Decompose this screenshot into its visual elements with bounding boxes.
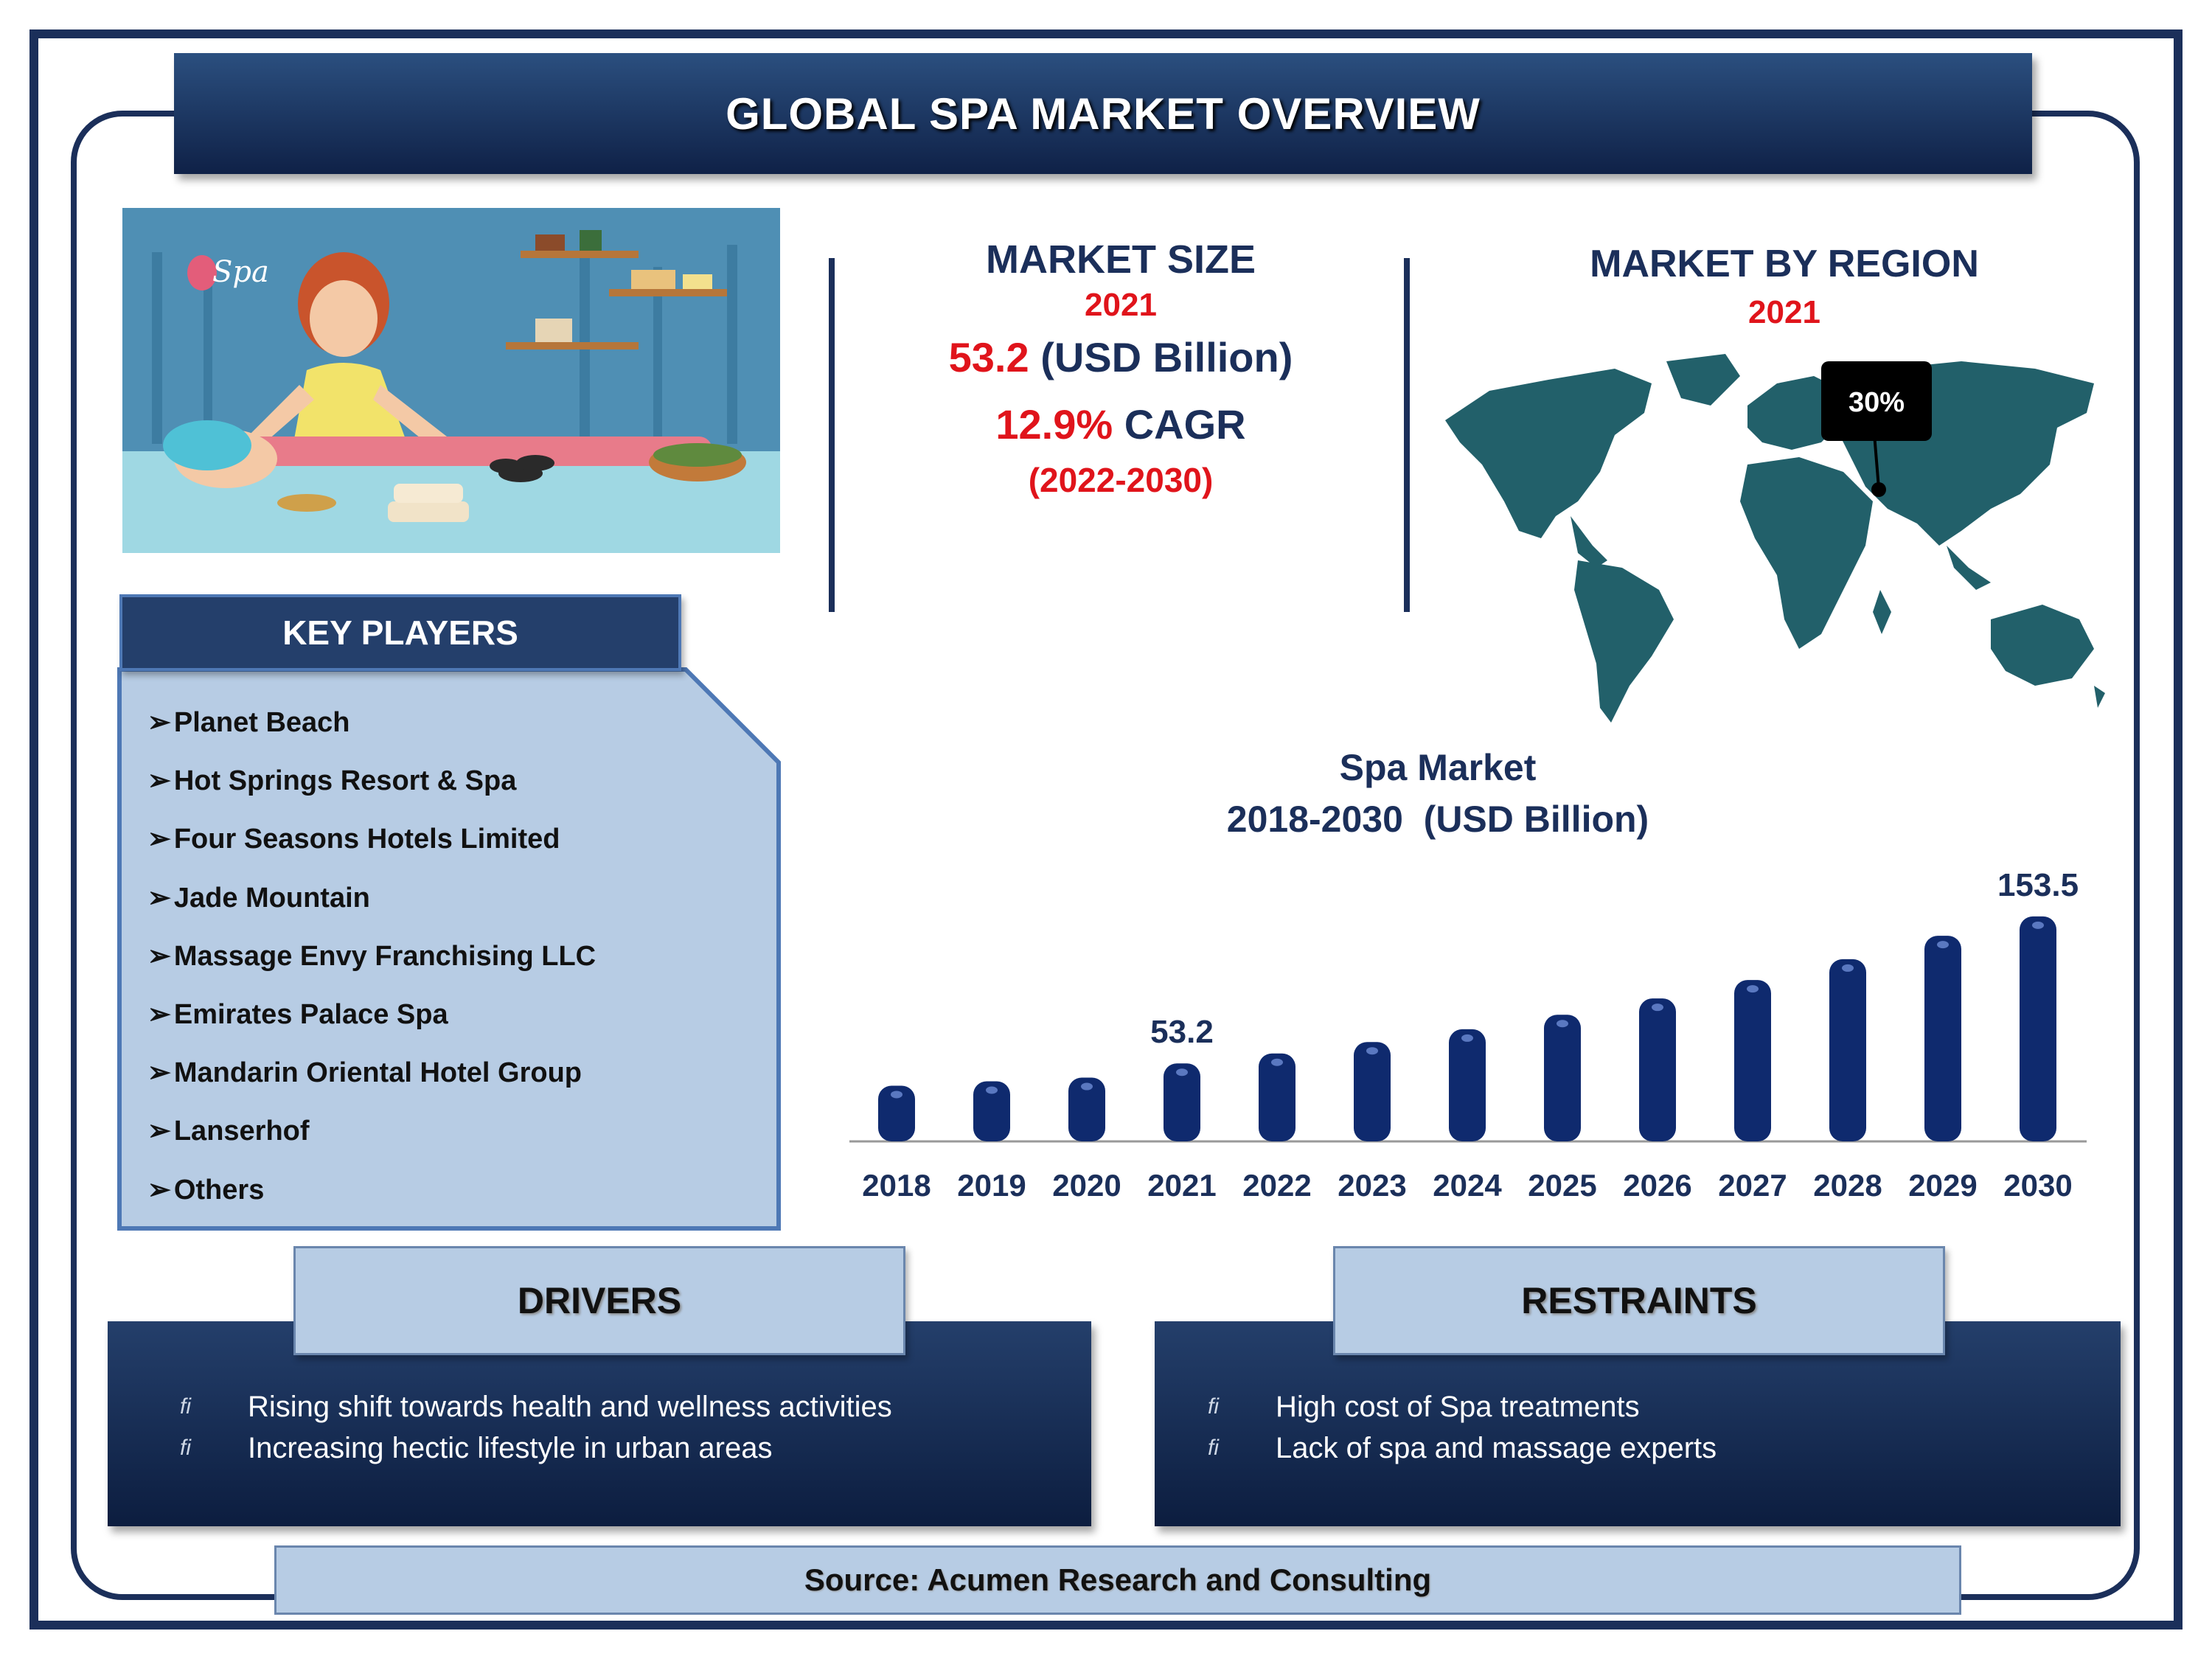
restraint-item: ﬁ Lack of spa and massage experts [1208,1427,1717,1469]
driver-item: ﬁ Rising shift towards health and wellnes… [180,1386,892,1427]
arrow-icon: ➢ [147,707,171,738]
bullet-icon: ﬁ [180,1436,191,1460]
bar-highlight [1652,1004,1663,1012]
key-player-item: ➢ Jade Mountain [147,882,370,914]
x-tick-label: 2021 [1147,1168,1216,1203]
source-text: Source: Acumen Research and Consulting [804,1562,1432,1597]
bar-2023 [1354,1042,1391,1141]
key-players-heading: KEY PLAYERS [282,613,518,652]
x-tick-label: 2026 [1623,1168,1691,1203]
bar-highlight [1081,1082,1093,1091]
x-tick-label: 2023 [1338,1168,1406,1203]
key-player-item: ➢ Planet Beach [147,707,350,738]
bullet-icon: ﬁ [180,1394,191,1419]
bar-2025 [1544,1015,1581,1141]
x-tick-label: 2027 [1718,1168,1787,1203]
bar-highlight [1271,1058,1283,1066]
bar-highlight [891,1091,902,1099]
page-title: GLOBAL SPA MARKET OVERVIEW [726,88,1481,139]
key-player-item: ➢ Massage Envy Franchising LLC [147,940,597,972]
market-by-region-year: 2021 [1748,294,1820,330]
market-size-value: 53.2 [948,334,1029,380]
market-by-region-heading: MARKET BY REGION [1590,243,1979,285]
market-size-unit: (USD Billion) [1040,334,1293,380]
arrow-icon: ➢ [147,998,171,1030]
bar-highlight [1461,1034,1473,1042]
bar-highlight [1366,1047,1378,1055]
arrow-icon: ➢ [147,824,171,855]
driver-item: ﬁ Increasing hectic lifestyle in urban ar… [180,1427,892,1469]
bars-group: 2018 2019 2020 2021 53.2 2022 2023 2024 2025 2026… [862,867,2079,1203]
key-player-item: ➢ Mandarin Oriental Hotel Group [147,1057,582,1089]
market-size-block: MARKET SIZE 2021 53.2 (USD Billion) 12.9… [841,236,1401,498]
restraint-item: ﬁ High cost of Spa treatments [1208,1386,1717,1427]
spa-market-bar-chart: Spa Market 2018-2030 (USD Billion) 2018 2… [849,747,2087,1203]
drivers-heading: DRIVERS [517,1280,682,1321]
world-map: 30% [1445,354,2105,723]
bar-2028 [1829,959,1866,1141]
bar-2026 [1639,998,1676,1141]
x-tick-label: 2028 [1813,1168,1882,1203]
cagr-line: 12.9% CAGR [841,388,1401,462]
bullet-icon: ﬁ [1208,1436,1219,1460]
x-tick-label: 2030 [2003,1168,2072,1203]
bar-2022 [1259,1053,1295,1141]
source-bar: Source: Acumen Research and Consulting [274,1545,1961,1615]
arrow-icon: ➢ [147,1174,171,1206]
market-size-year: 2021 [1085,287,1157,323]
arrow-icon: ➢ [147,882,171,914]
restraints-list: ﬁ High cost of Spa treatments ﬁ Lack of sp… [1208,1386,1717,1469]
x-tick-label: 2024 [1433,1168,1502,1203]
chart-title: Spa Market [1340,747,1537,788]
bullet-icon: ﬁ [1208,1394,1219,1419]
x-tick-label: 2025 [1528,1168,1596,1203]
x-tick-label: 2029 [1908,1168,1977,1203]
drivers-tab: DRIVERS [293,1246,905,1355]
arrow-icon: ➢ [147,1116,171,1147]
bar-2029 [1924,936,1961,1141]
bar-highlight [986,1086,998,1094]
bar-highlight [1842,964,1854,972]
arrow-icon: ➢ [147,940,171,972]
drivers-list: ﬁ Rising shift towards health and wellnes… [180,1386,892,1469]
cagr-period: (2022-2030) [1028,461,1214,499]
spa-sign-text: Spa [212,255,269,289]
market-size-heading: MARKET SIZE [985,237,1256,282]
x-tick-label: 2018 [862,1168,931,1203]
region-share-label: 30% [1848,387,1905,418]
market-size-value-line: 53.2 (USD Billion) [841,327,1401,388]
bar-2027 [1734,980,1771,1141]
x-tick-label: 2019 [957,1168,1026,1203]
arrow-icon: ➢ [147,1057,171,1089]
bar-2024 [1449,1029,1486,1141]
key-player-item: ➢ Others [147,1174,265,1206]
x-tick-label: 2022 [1242,1168,1311,1203]
restraints-tab: RESTRAINTS [1333,1246,1945,1355]
cagr-value: 12.9% [995,401,1113,448]
bar-2030 [2020,916,2056,1141]
key-players-header: KEY PLAYERS [119,594,681,671]
bar-highlight [1557,1020,1568,1028]
key-player-item: ➢ Four Seasons Hotels Limited [147,824,560,855]
spa-illustration: Spa [122,208,780,553]
divider-right [1404,258,1410,612]
x-tick-label: 2020 [1052,1168,1121,1203]
key-player-item: ➢ Hot Springs Resort & Spa [147,765,517,797]
key-player-item: ➢ Emirates Palace Spa [147,998,448,1030]
divider-left [829,258,835,612]
bar-highlight [1747,985,1759,993]
cagr-label: CAGR [1124,401,1246,448]
restraints-heading: RESTRAINTS [1521,1280,1757,1321]
arrow-icon: ➢ [147,765,171,797]
bar-highlight [1937,941,1949,949]
bar-highlight [1176,1068,1188,1077]
data-label: 153.5 [1997,867,2079,903]
title-banner: GLOBAL SPA MARKET OVERVIEW [174,53,2032,174]
bar-highlight [2032,921,2044,929]
key-player-item: ➢ Lanserhof [147,1116,310,1147]
chart-subtitle: 2018-2030 (USD Billion) [1227,799,1649,840]
key-players-list: ➢ Planet Beach ➢ Hot Springs Resort & Spa … [147,700,596,1226]
data-label: 53.2 [1150,1014,1214,1050]
